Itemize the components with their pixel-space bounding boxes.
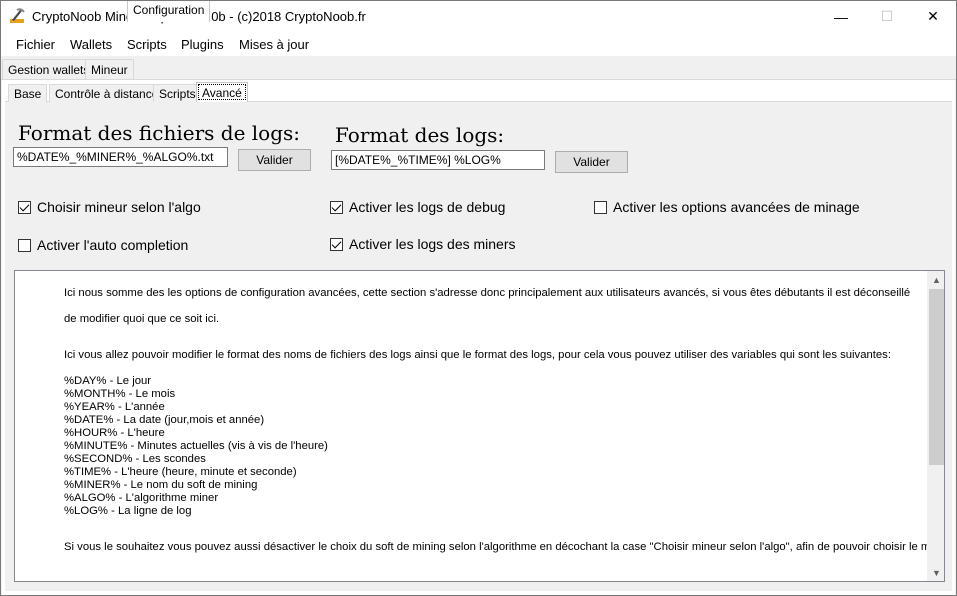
- debug-logs-checkbox[interactable]: Activer les logs de debug: [330, 199, 505, 215]
- checkbox-checked-icon[interactable]: [330, 200, 343, 214]
- scroll-up-icon[interactable]: ▲: [928, 271, 944, 288]
- variable-item: %LOG% - La ligne de log: [64, 505, 192, 517]
- pickaxe-icon: [10, 8, 25, 23]
- app-window: CryptoNoob Miner Helper v3.7.0b - (c)201…: [0, 0, 957, 596]
- help-outro: Si vous le souhaitez vous pouvez aussi d…: [64, 541, 945, 553]
- miner-logs-label: Activer les logs des miners: [349, 236, 516, 252]
- menu-plugins[interactable]: Plugins: [181, 37, 224, 52]
- validate-log-file-format-button[interactable]: Valider: [238, 149, 311, 171]
- checkbox-checked-icon[interactable]: [330, 237, 343, 251]
- close-button[interactable]: ✕: [910, 1, 956, 32]
- variable-item: %YEAR% - L'année: [64, 401, 165, 413]
- log-file-format-input[interactable]: %DATE%_%MINER%_%ALGO%.txt: [13, 147, 228, 167]
- auto-completion-checkbox[interactable]: Activer l'auto completion: [18, 237, 188, 253]
- menu-wallets[interactable]: Wallets: [70, 37, 112, 52]
- tab-configuration[interactable]: Configuration: [127, 1, 211, 22]
- menu-mises-a-jour[interactable]: Mises à jour: [239, 37, 309, 52]
- scroll-thumb[interactable]: [929, 289, 944, 465]
- variable-item: %DAY% - Le jour: [64, 375, 152, 387]
- subtab-avance[interactable]: Avancé: [196, 82, 248, 102]
- vertical-scrollbar[interactable]: ▲ ▼: [927, 271, 944, 581]
- maximize-button[interactable]: ☐: [864, 1, 910, 32]
- debug-logs-label: Activer les logs de debug: [349, 199, 506, 215]
- variable-item: %DATE% - La date (jour,mois et année): [64, 414, 265, 426]
- tab-mineur[interactable]: Mineur: [85, 59, 134, 79]
- subtab-controle-a-distance[interactable]: Contrôle à distance: [49, 84, 165, 102]
- variable-item: %MINUTE% - Minutes actuelles (vis à vis …: [64, 440, 328, 452]
- subtab-base[interactable]: Base: [8, 84, 48, 102]
- subtab-scripts[interactable]: Scripts: [153, 84, 202, 102]
- variable-item: %TIME% - L'heure (heure, minute et secon…: [64, 466, 297, 478]
- choose-miner-label: Choisir mineur selon l'algo: [37, 199, 201, 215]
- scroll-down-icon[interactable]: ▼: [928, 564, 944, 581]
- variable-item: %MONTH% - Le mois: [64, 388, 176, 400]
- log-format-input[interactable]: [%DATE%_%TIME%] %LOG%: [331, 150, 545, 170]
- log-files-heading: Format des fichiers de logs:: [18, 121, 301, 145]
- menu-scripts[interactable]: Scripts: [127, 37, 167, 52]
- help-variables-intro: Ici vous allez pouvoir modifier le forma…: [64, 349, 891, 361]
- help-intro-line-1: Ici nous somme des les options de config…: [64, 287, 911, 299]
- tab-divider: [1, 79, 956, 80]
- variable-item: %SECOND% - Les scondes: [64, 453, 206, 465]
- checkbox-unchecked-icon[interactable]: [594, 200, 607, 214]
- variable-item: %HOUR% - L'heure: [64, 427, 165, 439]
- minimize-button[interactable]: —: [818, 1, 864, 32]
- advanced-mining-checkbox[interactable]: Activer les options avancées de minage: [594, 199, 860, 215]
- variable-item: %MINER% - Le nom du soft de mining: [64, 479, 258, 491]
- variable-item: %ALGO% - L'algorithme miner: [64, 492, 219, 504]
- help-content: Ici nous somme des les options de config…: [64, 287, 945, 554]
- checkbox-checked-icon[interactable]: [18, 200, 31, 214]
- menu-fichier[interactable]: Fichier: [16, 37, 55, 52]
- miner-logs-checkbox[interactable]: Activer les logs des miners: [330, 236, 516, 252]
- advanced-mining-label: Activer les options avancées de minage: [613, 199, 860, 215]
- choose-miner-checkbox[interactable]: Choisir mineur selon l'algo: [18, 199, 201, 215]
- menu-bar: Fichier Wallets Scripts Plugins Mises à …: [1, 32, 956, 56]
- tab-gestion-wallets[interactable]: Gestion wallets: [2, 59, 96, 79]
- auto-completion-label: Activer l'auto completion: [37, 237, 189, 253]
- validate-log-format-button[interactable]: Valider: [555, 151, 628, 173]
- logs-heading: Format des logs:: [335, 123, 505, 147]
- checkbox-unchecked-icon[interactable]: [18, 238, 31, 252]
- help-text-area[interactable]: Ici nous somme des les options de config…: [14, 270, 945, 582]
- help-intro-line-2: de modifier quoi que ce soit ici.: [64, 313, 220, 325]
